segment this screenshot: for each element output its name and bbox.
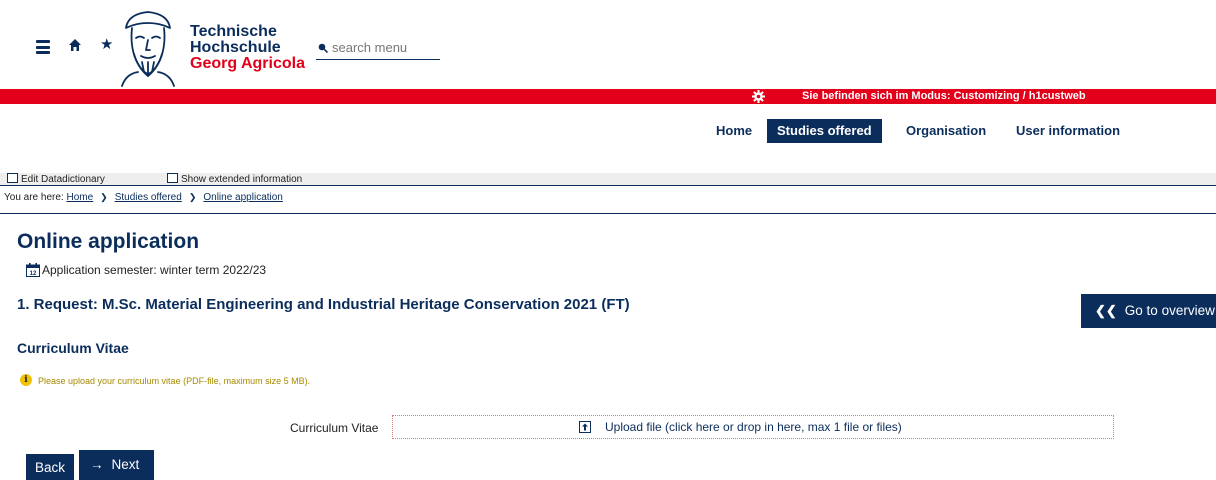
calendar-icon: 12 — [26, 263, 40, 277]
main-navigation: Home Studies offered Organisation User i… — [0, 119, 1216, 143]
chevron-right-icon: ❯ — [188, 192, 197, 202]
hamburger-menu-icon[interactable] — [36, 40, 50, 54]
options-bar: Edit Datadictionary Show extended inform… — [0, 173, 1216, 186]
application-semester: 12 Application semester: winter term 202… — [26, 263, 266, 277]
back-button[interactable]: Back — [26, 454, 74, 480]
university-logo[interactable] — [112, 6, 184, 88]
chevron-right-icon: ❯ — [100, 192, 108, 202]
mode-status-text: Sie befinden sich im Modus: Customizing … — [802, 90, 1086, 102]
breadcrumb-home[interactable]: Home — [66, 192, 93, 203]
home-icon[interactable] — [68, 38, 82, 54]
next-label: Next — [111, 457, 140, 472]
logo-line-3: Georg Agricola — [190, 55, 305, 72]
go-to-overview-button[interactable]: ❮❮ Go to overview — [1081, 294, 1216, 328]
breadcrumb-prefix: You are here: — [4, 192, 64, 203]
show-extended-info-label: Show extended information — [181, 174, 303, 185]
logo-line-2: Hochschule — [190, 39, 281, 56]
info-icon: i — [20, 374, 32, 386]
checkbox-box[interactable] — [7, 173, 18, 183]
upload-icon — [579, 421, 591, 433]
gear-icon[interactable] — [752, 90, 765, 103]
nav-item-studies-offered[interactable]: Studies offered — [767, 119, 882, 143]
request-title: 1. Request: M.Sc. Material Engineering a… — [17, 296, 630, 313]
double-chevron-left-icon: ❮❮ — [1095, 303, 1117, 318]
system-mode-bar: Sie befinden sich im Modus: Customizing … — [0, 89, 1216, 104]
search-placeholder: search menu — [332, 40, 408, 55]
edit-datadictionary-checkbox[interactable]: Edit Datadictionary — [7, 173, 105, 186]
breadcrumb-online-application[interactable]: Online application — [203, 192, 283, 203]
arrow-right-icon: → — [90, 457, 104, 472]
nav-item-home[interactable]: Home — [706, 119, 762, 143]
svg-text:12: 12 — [30, 271, 37, 277]
info-message: Please upload your curriculum vitae (PDF… — [38, 376, 311, 386]
breadcrumb-studies-offered[interactable]: Studies offered — [115, 192, 182, 203]
breadcrumb: You are here: Home ❯ Studies offered ❯ O… — [4, 192, 283, 203]
upload-instruction: Upload file (click here or drop in here,… — [605, 420, 902, 434]
breadcrumb-divider — [0, 213, 1216, 214]
go-to-overview-label: Go to overview — [1124, 303, 1215, 318]
logo-line-1: Technische — [190, 23, 277, 40]
nav-item-organisation[interactable]: Organisation — [896, 119, 996, 143]
logo-text[interactable]: Technische Hochschule Georg Agricola — [190, 24, 305, 72]
search-input[interactable]: search menu — [316, 40, 440, 60]
nav-item-user-information[interactable]: User information — [1006, 119, 1130, 143]
file-upload-dropzone[interactable]: Upload file (click here or drop in here,… — [392, 415, 1114, 439]
curriculum-vitae-label: Curriculum Vitae — [290, 421, 379, 435]
section-title: Curriculum Vitae — [17, 340, 129, 356]
checkbox-box[interactable] — [167, 173, 178, 183]
search-icon — [318, 43, 328, 53]
show-extended-info-checkbox[interactable]: Show extended information — [167, 173, 302, 186]
semester-text: Application semester: winter term 2022/2… — [42, 263, 267, 277]
page-title: Online application — [17, 230, 200, 253]
site-header: ★ Technische Hochschule Georg Agricola s… — [0, 0, 1216, 89]
edit-datadictionary-label: Edit Datadictionary — [21, 174, 105, 185]
next-button[interactable]: → Next — [79, 450, 154, 480]
